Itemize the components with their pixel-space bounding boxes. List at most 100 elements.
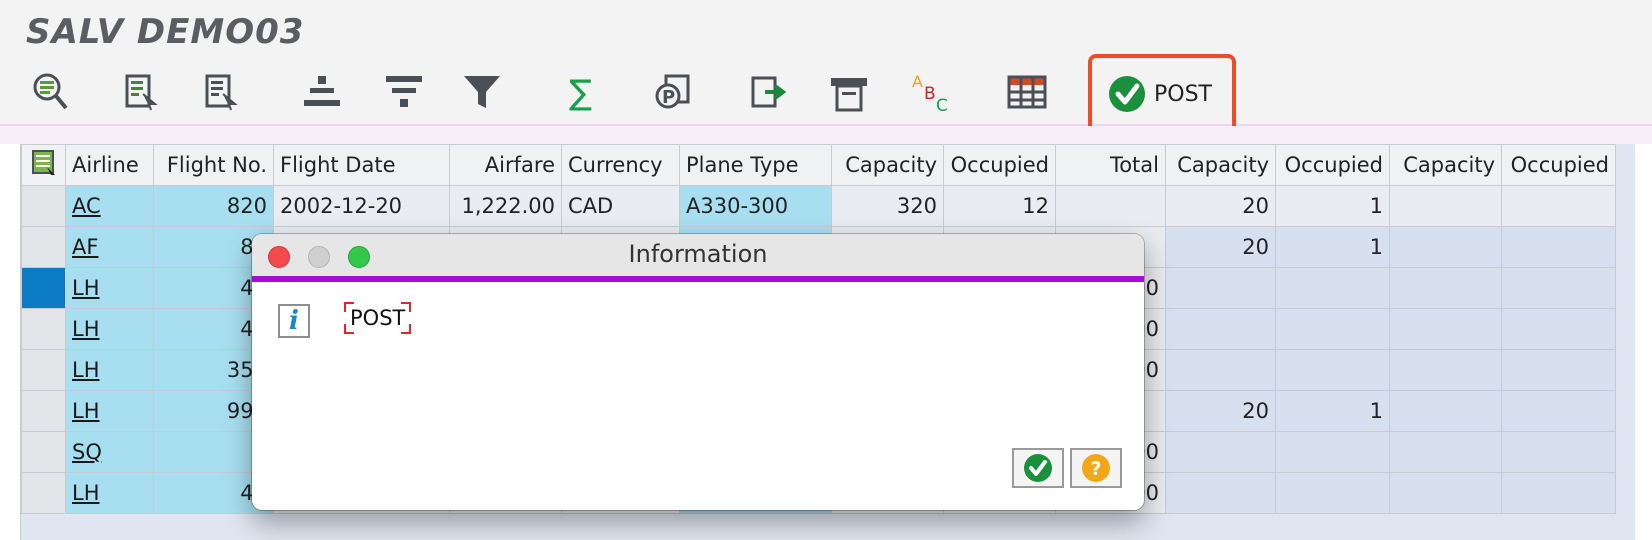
airline-cell: LH — [65, 390, 154, 432]
toolbar: ∑ P A B C POST — [0, 54, 1652, 134]
ok-button[interactable] — [1012, 448, 1064, 488]
select-layout-icon — [31, 149, 55, 175]
airline-link[interactable]: LH — [72, 358, 100, 382]
cell-cap2: 20 — [1165, 390, 1276, 432]
cell-cap3 — [1389, 267, 1502, 309]
cell-occ2: 1 — [1275, 226, 1390, 268]
cell-cap3 — [1389, 431, 1502, 473]
row-selector[interactable] — [21, 472, 66, 514]
cell-occ1: 12 — [943, 185, 1056, 227]
cell-occ3 — [1501, 431, 1616, 473]
checkmark-icon — [1109, 76, 1145, 112]
checkmark-icon — [1024, 454, 1052, 482]
svg-text:A: A — [912, 72, 923, 91]
airline-link[interactable]: LH — [72, 276, 100, 300]
post-button[interactable]: POST — [1088, 54, 1236, 134]
cell-cap1: 320 — [831, 185, 944, 227]
cell-cap2 — [1165, 308, 1276, 350]
airline-link[interactable]: SQ — [72, 440, 102, 464]
col-header[interactable]: Capacity — [1165, 144, 1276, 186]
col-header[interactable]: Occupied — [1275, 144, 1390, 186]
table-row[interactable]: AC 820 2002-12-20 1,222.00 CAD A330-300 320 12 2… — [21, 185, 1616, 227]
cell-cap3 — [1389, 472, 1502, 514]
cell-cap2 — [1165, 267, 1276, 309]
dialog-message: POST — [344, 302, 412, 334]
cell-occ2 — [1275, 431, 1390, 473]
cell-occ2 — [1275, 308, 1390, 350]
cell-occ2 — [1275, 472, 1390, 514]
airline-cell: SQ — [65, 431, 154, 473]
find-icon[interactable] — [300, 70, 344, 114]
cell-occ3 — [1501, 226, 1616, 268]
print-icon[interactable] — [826, 70, 872, 114]
cell-occ3 — [1501, 267, 1616, 309]
toolbar-separator — [0, 126, 1652, 144]
col-header[interactable]: Total — [1055, 144, 1166, 186]
col-header[interactable]: Plane Type — [679, 144, 832, 186]
cell-airfare: 1,222.00 — [449, 185, 562, 227]
col-header[interactable]: Capacity — [831, 144, 944, 186]
svg-text:B: B — [924, 84, 936, 104]
cell-plane: A330-300 — [679, 185, 832, 227]
title-bar: SALV DEMO03 — [0, 0, 1652, 65]
cell-cap2: 20 — [1165, 226, 1276, 268]
find-next-icon[interactable] — [382, 70, 426, 114]
col-header[interactable]: Occupied — [943, 144, 1056, 186]
row-selector[interactable] — [21, 185, 66, 227]
col-header[interactable]: Flight Date — [273, 144, 450, 186]
print-preview-icon[interactable]: P — [650, 70, 696, 114]
layout-select-cell[interactable] — [21, 144, 66, 186]
sum-icon[interactable]: ∑ — [558, 70, 602, 114]
row-selector[interactable] — [21, 226, 66, 268]
cell-cap2 — [1165, 431, 1276, 473]
app-title: SALV DEMO03 — [26, 12, 305, 52]
cell-cap3 — [1389, 390, 1502, 432]
airline-link[interactable]: LH — [72, 481, 100, 505]
cell-occ2: 1 — [1275, 390, 1390, 432]
layout-icon[interactable] — [1004, 70, 1050, 114]
col-header[interactable]: Flight No. — [153, 144, 274, 186]
airline-cell: AF — [65, 226, 154, 268]
abc-analysis-icon[interactable]: A B C — [908, 70, 954, 114]
col-header[interactable]: Airfare — [449, 144, 562, 186]
airline-link[interactable]: AC — [72, 194, 101, 218]
cell-flight-no: 820 — [153, 185, 274, 227]
cell-occ3 — [1501, 308, 1616, 350]
svg-text:C: C — [936, 96, 948, 113]
cell-occ3 — [1501, 349, 1616, 391]
row-selector[interactable] — [21, 390, 66, 432]
airline-link[interactable]: LH — [72, 317, 100, 341]
col-header[interactable]: Currency — [561, 144, 680, 186]
cell-cap2 — [1165, 349, 1276, 391]
airline-cell: LH — [65, 308, 154, 350]
dialog-title: Information — [628, 240, 768, 268]
row-selector[interactable] — [21, 267, 66, 309]
sort-descending-icon[interactable] — [198, 70, 244, 114]
airline-cell: LH — [65, 349, 154, 391]
cell-occ3 — [1501, 472, 1616, 514]
col-header[interactable]: Airline — [65, 144, 154, 186]
row-selector[interactable] — [21, 431, 66, 473]
cell-total — [1055, 185, 1166, 227]
filter-icon[interactable] — [460, 70, 504, 114]
row-selector[interactable] — [21, 308, 66, 350]
cell-currency: CAD — [561, 185, 680, 227]
cell-cap3 — [1389, 349, 1502, 391]
help-button[interactable]: ? — [1070, 448, 1122, 488]
col-header[interactable]: Occupied — [1501, 144, 1616, 186]
airline-link[interactable]: LH — [72, 399, 100, 423]
cell-date: 2002-12-20 — [273, 185, 450, 227]
details-icon[interactable] — [30, 70, 72, 114]
question-icon: ? — [1082, 454, 1110, 482]
airline-link[interactable]: AF — [72, 235, 98, 259]
cell-occ2 — [1275, 349, 1390, 391]
cell-occ2: 1 — [1275, 185, 1390, 227]
col-header[interactable]: Capacity — [1389, 144, 1502, 186]
row-selector[interactable] — [21, 349, 66, 391]
export-icon[interactable] — [746, 70, 792, 114]
sort-ascending-icon[interactable] — [118, 70, 164, 114]
airline-cell: LH — [65, 267, 154, 309]
cell-cap2 — [1165, 472, 1276, 514]
cell-occ2 — [1275, 267, 1390, 309]
airline-cell: LH — [65, 472, 154, 514]
